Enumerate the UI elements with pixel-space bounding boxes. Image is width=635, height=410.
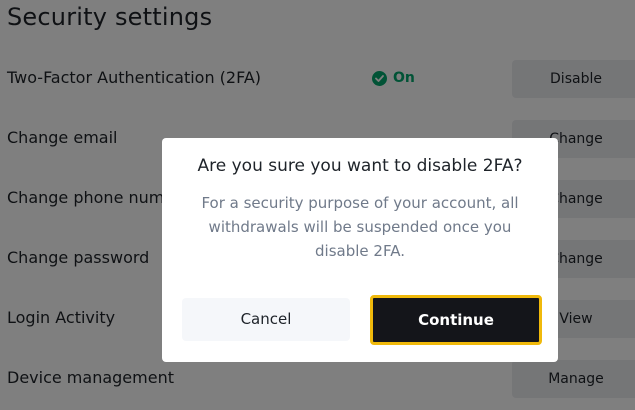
disable-2fa-dialog: Are you sure you want to disable 2FA? Fo…: [162, 138, 558, 362]
dialog-message: For a security purpose of your account, …: [201, 194, 519, 260]
continue-button[interactable]: Continue: [370, 295, 542, 345]
dialog-title: Are you sure you want to disable 2FA?: [197, 156, 523, 176]
cancel-button[interactable]: Cancel: [182, 298, 350, 341]
